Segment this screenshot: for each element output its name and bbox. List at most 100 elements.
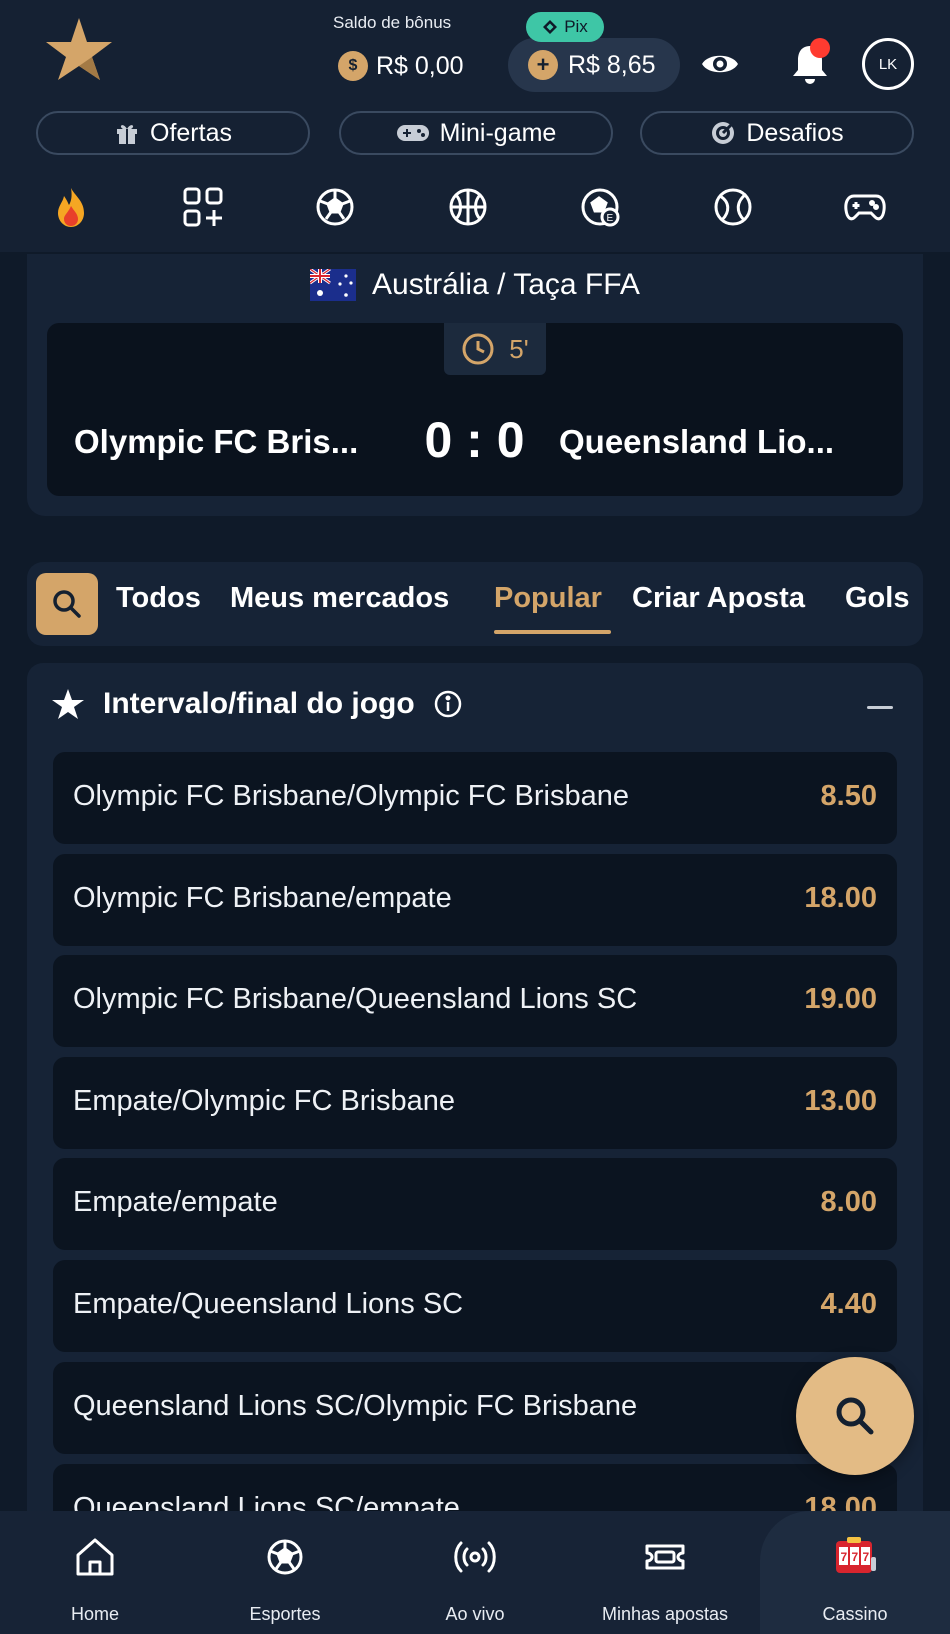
nav-minhas-apostas-label: Minhas apostas	[601, 1604, 729, 1624]
active-tab-indicator	[494, 630, 611, 634]
odd-row[interactable]: Empate/Queensland Lions SC 4.40	[53, 1260, 897, 1352]
odd-value: 8.00	[820, 1186, 877, 1218]
notification-dot	[810, 38, 830, 58]
star-logo-icon[interactable]	[44, 14, 114, 84]
tennis-icon[interactable]	[712, 186, 754, 228]
bonus-balance[interactable]: $ R$ 0,00	[338, 46, 464, 86]
league-header: Austrália / Taça FFA	[27, 268, 923, 302]
mini-game-label: Mini-game	[439, 118, 557, 147]
match-card: Austrália / Taça FFA 5' Olympic FC Bris.…	[27, 254, 923, 516]
bottom-navigation: Home Esportes Ao vivo Minhas apostas 7 7…	[0, 1511, 950, 1634]
svg-text:7: 7	[852, 1550, 859, 1564]
nav-home-label: Home	[70, 1604, 119, 1624]
svg-text:7: 7	[841, 1550, 848, 1564]
gamepad-icon[interactable]	[844, 186, 886, 228]
home-icon	[76, 1538, 114, 1576]
bonus-amount-value: R$ 0,00	[376, 51, 464, 80]
match-minute: 5'	[509, 333, 529, 364]
market-search-button[interactable]	[36, 573, 98, 635]
odd-row[interactable]: Olympic FC Brisbane/Olympic FC Brisbane …	[53, 752, 897, 844]
match-clock: 5'	[444, 323, 546, 375]
tab-gols[interactable]: Gols	[845, 582, 909, 615]
nav-cassino-label: Cassino	[822, 1604, 888, 1624]
soccer-ball-icon[interactable]	[314, 186, 356, 228]
odd-row[interactable]: Queensland Lions SC/Olympic FC Brisbane …	[53, 1362, 897, 1454]
odd-row[interactable]: Empate/empate 8.00	[53, 1158, 897, 1250]
nav-esportes[interactable]: Esportes	[190, 1511, 380, 1634]
odd-value: 18.00	[804, 882, 877, 914]
notifications-button[interactable]	[788, 38, 832, 86]
odd-label: Empate/Queensland Lions SC	[73, 1288, 464, 1320]
pix-label: Pix	[564, 17, 588, 36]
odd-row[interactable]: Olympic FC Brisbane/Queensland Lions SC …	[53, 955, 897, 1047]
market-header[interactable]: Intervalo/final do jogo	[51, 687, 463, 721]
league-name: Austrália / Taça FFA	[372, 268, 640, 301]
search-icon	[836, 1397, 874, 1435]
nav-cassino[interactable]: 7 7 7 Cassino	[760, 1511, 950, 1634]
nav-ao-vivo[interactable]: Ao vivo	[380, 1511, 570, 1634]
tab-criar-aposta[interactable]: Criar Aposta	[632, 582, 805, 615]
quick-actions: Ofertas Mini-game Desafios	[36, 111, 916, 155]
basketball-icon[interactable]	[447, 186, 489, 228]
nav-ao-vivo-label: Ao vivo	[445, 1604, 505, 1624]
tab-meus-mercados[interactable]: Meus mercados	[230, 582, 449, 615]
nav-esportes-label: Esportes	[249, 1604, 321, 1624]
offers-label: Ofertas	[150, 118, 232, 147]
balance-value: R$ 8,65	[568, 50, 656, 79]
live-broadcast-icon	[454, 1541, 496, 1573]
avatar[interactable]: LK	[862, 38, 914, 90]
odd-value: 13.00	[804, 1085, 877, 1117]
pix-badge[interactable]: Pix	[526, 12, 604, 42]
bonus-balance-label: Saldo de bônus	[333, 13, 452, 32]
fire-icon[interactable]	[50, 186, 92, 228]
search-icon	[53, 590, 81, 618]
odd-label: Olympic FC Brisbane/empate	[73, 882, 452, 914]
gift-icon	[117, 125, 137, 144]
info-icon[interactable]	[433, 689, 463, 719]
coin-icon: $	[338, 51, 368, 81]
svg-text:E: E	[607, 213, 614, 224]
nav-home[interactable]: Home	[0, 1511, 190, 1634]
market-title: Intervalo/final do jogo	[103, 687, 415, 720]
challenges-button[interactable]: Desafios	[640, 111, 914, 155]
odd-value: 19.00	[804, 983, 877, 1015]
clock-icon	[462, 333, 494, 365]
odd-label: Queensland Lions SC/Olympic FC Brisbane	[73, 1390, 638, 1422]
eye-icon[interactable]	[700, 44, 740, 84]
odd-row[interactable]: Empate/Olympic FC Brisbane 13.00	[53, 1057, 897, 1149]
tab-popular[interactable]: Popular	[494, 582, 602, 615]
market-panel: Intervalo/final do jogo Olympic FC Brisb…	[27, 663, 923, 1556]
gamepad-icon	[396, 125, 429, 141]
offers-button[interactable]: Ofertas	[36, 111, 310, 155]
away-team-name: Queensland Lio...	[559, 423, 835, 460]
challenges-label: Desafios	[746, 118, 844, 147]
nav-minhas-apostas[interactable]: Minhas apostas	[570, 1511, 760, 1634]
odd-value: 8.50	[820, 780, 877, 812]
match-score: 0 : 0	[424, 412, 525, 468]
esoccer-icon[interactable]: E	[579, 186, 621, 228]
soccer-ball-icon	[267, 1539, 303, 1575]
target-icon	[712, 121, 735, 144]
floating-search-button[interactable]	[796, 1357, 914, 1475]
deposit-balance-button[interactable]: + R$ 8,65	[508, 38, 680, 92]
australia-flag-icon	[310, 269, 357, 301]
svg-text:7: 7	[863, 1550, 870, 1564]
odd-label: Olympic FC Brisbane/Queensland Lions SC	[73, 983, 638, 1015]
mini-game-button[interactable]: Mini-game	[339, 111, 613, 155]
apps-add-icon[interactable]	[182, 186, 224, 228]
scoreboard[interactable]: 5' Olympic FC Bris... 0 : 0 Queensland L…	[47, 323, 903, 496]
slot-machine-icon: 7 7 7	[836, 1537, 876, 1573]
market-tabs: Todos Meus mercados Popular Criar Aposta…	[27, 562, 923, 646]
header: Saldo de bônus $ R$ 0,00 Pix + R$ 8,65 L…	[0, 0, 950, 252]
home-team-name: Olympic FC Bris...	[74, 423, 359, 460]
odd-label: Olympic FC Brisbane/Olympic FC Brisbane	[73, 780, 629, 812]
odd-label: Empate/Olympic FC Brisbane	[73, 1085, 455, 1117]
pix-icon	[543, 20, 558, 34]
tab-todos[interactable]: Todos	[116, 582, 201, 615]
odd-label: Empate/empate	[73, 1186, 278, 1218]
collapse-icon[interactable]	[867, 706, 893, 709]
odd-row[interactable]: Olympic FC Brisbane/empate 18.00	[53, 854, 897, 946]
sports-category-row: E	[0, 186, 950, 232]
plus-icon: +	[528, 50, 558, 80]
star-icon[interactable]	[51, 688, 85, 720]
